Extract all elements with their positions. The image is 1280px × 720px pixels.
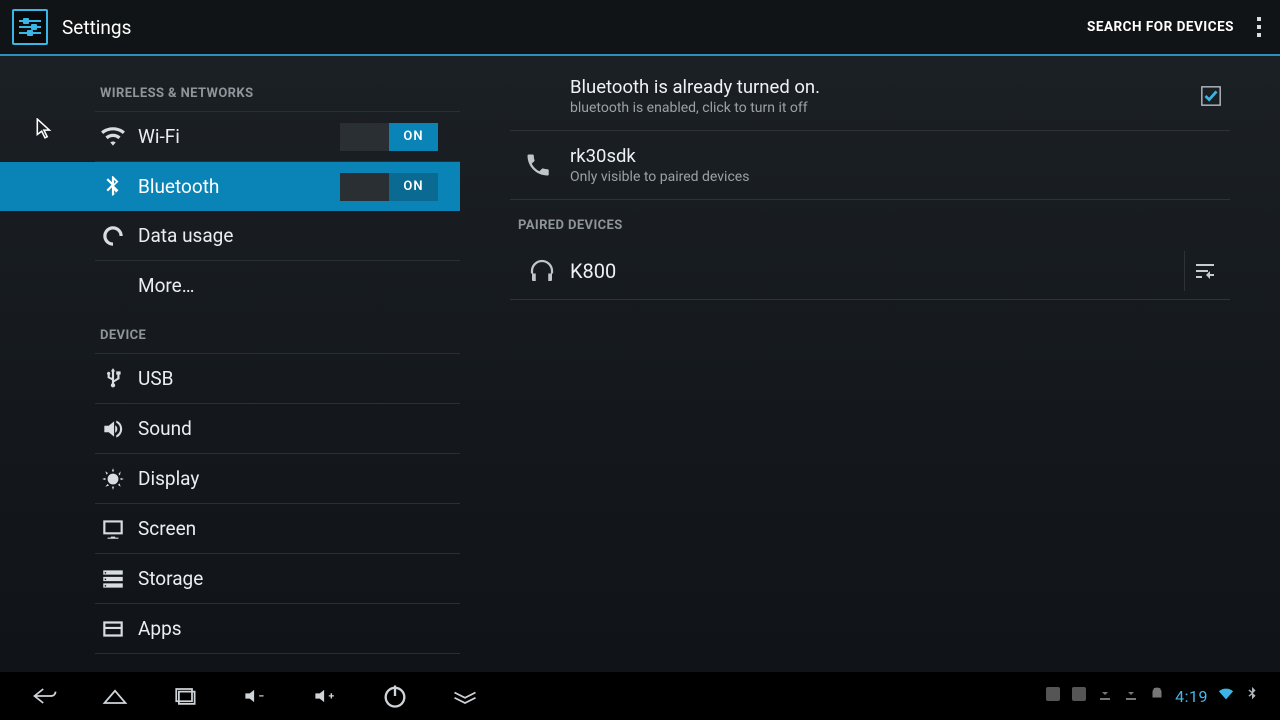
sidebar-item-label: USB [138,367,173,390]
hide-bar-button[interactable] [430,672,500,720]
android-icon [1149,686,1165,706]
section-wireless: WIRELESS & NETWORKS [0,56,460,111]
paired-device-row[interactable]: K800 [510,243,1230,300]
recent-apps-button[interactable] [150,672,220,720]
download-icon [1123,686,1139,706]
system-nav-bar: − + 4:19 [0,672,1280,720]
back-button[interactable] [10,672,80,720]
sidebar-item-label: More… [138,274,194,297]
headphones-icon [520,256,564,286]
notification-icon [1045,686,1061,706]
search-devices-action[interactable]: SEARCH FOR DEVICES [1069,19,1252,35]
sidebar-item-label: Data usage [138,224,233,247]
bluetooth-status-sub: bluetooth is enabled, click to turn it o… [570,100,820,116]
display-icon [100,466,126,492]
download-icon [1097,686,1113,706]
paired-device-name: K800 [570,259,616,283]
sidebar-item-apps[interactable]: Apps [0,604,460,653]
apps-icon [100,616,126,642]
wifi-toggle[interactable]: ON [340,123,438,151]
bluetooth-icon [100,174,126,200]
sidebar-item-sound[interactable]: Sound [0,404,460,453]
device-name-row[interactable]: rk30sdk Only visible to paired devices [510,131,1230,200]
settings-list: WIRELESS & NETWORKS Wi-Fi ON Bluetooth O… [0,56,460,672]
section-personal: PERSONAL [0,654,460,672]
bluetooth-enabled-checkbox[interactable] [1200,85,1222,107]
bluetooth-status-icon [1244,686,1260,706]
section-device: DEVICE [0,310,460,353]
bluetooth-detail-panel: Bluetooth is already turned on. bluetoot… [460,56,1280,672]
sidebar-item-label: Sound [138,417,192,440]
paired-devices-header: PAIRED DEVICES [510,200,1230,243]
sidebar-item-more[interactable]: More… [0,261,460,310]
status-tray[interactable]: 4:19 [1045,686,1270,706]
settings-app-icon [12,9,48,45]
sidebar-item-storage[interactable]: Storage [0,554,460,603]
sidebar-item-label: Screen [138,517,196,540]
sidebar-item-label: Storage [138,567,203,590]
wifi-status-icon [1218,686,1234,706]
sidebar-item-bluetooth[interactable]: Bluetooth ON [0,162,460,211]
sidebar-item-label: Bluetooth [138,175,219,198]
usb-icon [100,366,126,392]
sidebar-item-label: Display [138,467,199,490]
device-name: rk30sdk [570,145,749,167]
notification-icon [1071,686,1087,706]
bluetooth-status-title: Bluetooth is already turned on. [570,76,820,98]
storage-icon [100,566,126,592]
device-visibility: Only visible to paired devices [570,169,749,185]
sidebar-item-display[interactable]: Display [0,454,460,503]
action-bar: Settings SEARCH FOR DEVICES [0,0,1280,56]
volume-up-button[interactable]: + [290,672,360,720]
sidebar-item-screen[interactable]: Screen [0,504,460,553]
phone-icon [516,151,560,179]
sidebar-item-wifi[interactable]: Wi-Fi ON [0,112,460,161]
bluetooth-status-row[interactable]: Bluetooth is already turned on. bluetoot… [510,56,1230,131]
sidebar-item-label: Wi-Fi [138,125,180,148]
app-title: Settings [62,16,131,39]
svg-text:−: − [259,690,265,703]
bluetooth-toggle[interactable]: ON [340,173,438,201]
home-button[interactable] [80,672,150,720]
sidebar-item-label: Apps [138,617,182,640]
screen-icon [100,516,126,542]
wifi-icon [100,124,126,150]
volume-down-button[interactable]: − [220,672,290,720]
overflow-menu-button[interactable] [1252,17,1280,37]
status-clock: 4:19 [1175,687,1208,706]
svg-text:+: + [329,690,335,703]
power-button[interactable] [360,672,430,720]
sidebar-item-usb[interactable]: USB [0,354,460,403]
data-usage-icon [100,223,126,249]
sidebar-item-data-usage[interactable]: Data usage [0,211,460,260]
paired-device-settings-button[interactable] [1184,251,1224,291]
sound-icon [100,416,126,442]
